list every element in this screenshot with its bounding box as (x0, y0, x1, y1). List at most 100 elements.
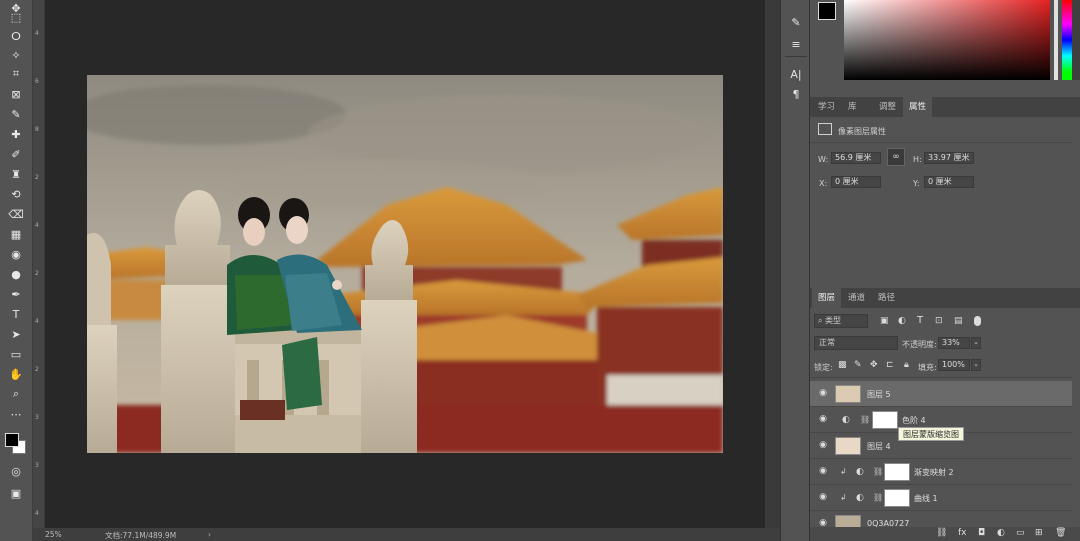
hue-slider-track[interactable] (1054, 0, 1058, 80)
stamp-icon[interactable]: ♜ (7, 166, 25, 182)
paragraph-icon[interactable]: ¶ (788, 86, 804, 102)
tab-properties[interactable]: 属性 (903, 97, 933, 117)
filter-adjustment-icon[interactable]: ◐ (898, 316, 906, 326)
link-layers-icon[interactable]: ⛓︎ (936, 528, 947, 538)
quick-mask-icon[interactable]: ◎ (7, 463, 25, 479)
filter-shape-icon[interactable]: ⊡ (935, 316, 943, 326)
height-field[interactable]: 33.97 厘米 (924, 152, 974, 164)
delete-layer-icon[interactable]: 🗑︎ (1055, 528, 1066, 538)
fx-icon[interactable]: fx (958, 528, 967, 538)
layer-mask-thumbnail[interactable] (884, 489, 910, 507)
layer-mask-thumbnail[interactable] (872, 411, 898, 429)
layer-name[interactable]: 图层 5 (867, 389, 891, 400)
frame-icon[interactable]: ⊠ (7, 86, 25, 102)
hand-icon[interactable]: ✋ (7, 366, 25, 382)
y-field[interactable]: 0 厘米 (924, 176, 974, 188)
filter-toggle-icon[interactable] (974, 316, 981, 326)
canvas-scrollbar[interactable] (765, 0, 780, 528)
brush-icon[interactable]: ✐ (7, 146, 25, 162)
opacity-field[interactable]: 33% (938, 337, 970, 349)
lock-transparent-icon[interactable]: ▩ (838, 360, 847, 370)
blend-mode-select[interactable]: 正常 (814, 336, 898, 350)
layer-name[interactable]: 曲线 1 (914, 493, 938, 504)
lock-artboard-icon[interactable]: ⊏ (886, 360, 894, 370)
layer-thumbnail[interactable] (835, 515, 861, 527)
eye-icon[interactable]: ◉ (817, 414, 829, 426)
eye-icon[interactable]: ◉ (817, 492, 829, 504)
opacity-dropdown-icon[interactable]: ⌄ (971, 337, 981, 349)
lock-position-icon[interactable]: ✥ (870, 360, 878, 370)
adjustments-sliders-icon[interactable]: ≡ (788, 36, 804, 52)
lock-image-icon[interactable]: ✎ (854, 360, 862, 370)
layer-thumbnail[interactable] (835, 437, 861, 455)
tab-paths[interactable]: 路径 (872, 288, 901, 308)
brush-settings-icon[interactable]: ✎ (788, 14, 804, 30)
tab-adjustments[interactable]: 调整 (873, 97, 902, 117)
layer-row[interactable]: ◉ 0Q3A0727 (810, 511, 1072, 527)
layer-name[interactable]: 色阶 4 (902, 415, 926, 426)
character-icon[interactable]: A| (788, 66, 804, 82)
eye-icon[interactable]: ◉ (817, 388, 829, 400)
eye-icon[interactable]: ◉ (817, 518, 829, 527)
tab-libraries[interactable]: 库 (842, 97, 863, 117)
tab-learn[interactable]: 学习 (812, 97, 841, 117)
filter-pixel-icon[interactable]: ▣ (880, 316, 889, 326)
magic-wand-icon[interactable]: ✧ (7, 47, 25, 63)
screen-mode-icon[interactable]: ▣ (7, 485, 25, 501)
layer-name[interactable]: 渐变映射 2 (914, 467, 954, 478)
zoom-icon[interactable]: ⌕ (7, 386, 25, 402)
link-icon[interactable]: ∞ (887, 148, 905, 166)
marquee-icon[interactable]: ⬚ (7, 9, 25, 25)
pen-icon[interactable]: ✒ (7, 286, 25, 302)
gradient-icon[interactable]: ▦ (7, 226, 25, 242)
layer-row[interactable]: ◉ ↲ ◐ ⛓︎ 曲线 1 (810, 485, 1072, 511)
pixel-layer-icon (818, 123, 832, 135)
width-field[interactable]: 56.9 厘米 (831, 152, 881, 164)
type-icon[interactable]: T (7, 306, 25, 322)
layer-name[interactable]: 0Q3A0727 (867, 519, 909, 527)
new-layer-icon[interactable]: ⊞ (1035, 528, 1043, 538)
document-image[interactable] (87, 75, 723, 453)
new-adjustment-icon[interactable]: ◐ (997, 528, 1005, 538)
fill-field[interactable]: 100% (938, 359, 970, 371)
rectangle-icon[interactable]: ▭ (7, 346, 25, 362)
tab-layers[interactable]: 图层 (812, 288, 842, 308)
blur-icon[interactable]: ◉ (7, 246, 25, 262)
chain-link-icon[interactable]: ⛓︎ (860, 415, 870, 424)
history-brush-icon[interactable]: ⟲ (7, 186, 25, 202)
path-select-icon[interactable]: ➤ (7, 326, 25, 342)
chain-link-icon[interactable]: ⛓︎ (873, 493, 883, 502)
zoom-level[interactable]: 25% (45, 530, 62, 539)
healing-icon[interactable]: ✚ (7, 126, 25, 142)
layer-row[interactable]: ◉ ↲ ◐ ⛓︎ 渐变映射 2 (810, 459, 1072, 485)
tab-channels[interactable]: 通道 (842, 288, 871, 308)
color-picker-field[interactable] (844, 0, 1050, 80)
x-field[interactable]: 0 厘米 (831, 176, 881, 188)
eye-icon[interactable]: ◉ (817, 440, 829, 452)
color-panel-scrollbar[interactable] (1072, 0, 1080, 80)
layer-mask-thumbnail[interactable] (884, 463, 910, 481)
new-group-icon[interactable]: ▭ (1016, 528, 1025, 538)
foreground-color-swatch[interactable] (5, 433, 19, 447)
status-menu-arrow[interactable]: › (208, 530, 211, 539)
eyedropper-icon[interactable]: ✎ (7, 106, 25, 122)
layer-row[interactable]: ◉ 图层 5 (810, 381, 1072, 407)
ruler-mark: 2 (35, 366, 39, 373)
vertical-ruler: 4 6 8 2 4 2 4 2 3 3 4 (33, 0, 45, 541)
crop-icon[interactable]: ⌗ (7, 66, 25, 82)
layer-thumbnail[interactable] (835, 385, 861, 403)
foreground-color-swatch[interactable] (818, 2, 836, 20)
lock-all-icon[interactable]: 🔒︎ (904, 360, 909, 370)
layer-filter-select[interactable]: ⌕ 类型 (814, 314, 868, 328)
filter-type-icon[interactable]: T (917, 315, 923, 326)
lasso-icon[interactable]: ⵔ (7, 28, 25, 44)
more-icon[interactable]: ⋯ (7, 406, 25, 422)
dodge-icon[interactable]: ● (7, 266, 25, 282)
add-mask-icon[interactable]: ◘ (978, 528, 985, 538)
eraser-icon[interactable]: ⌫ (7, 206, 25, 222)
chain-link-icon[interactable]: ⛓︎ (873, 467, 883, 476)
filter-smart-object-icon[interactable]: ▤ (954, 316, 963, 326)
eye-icon[interactable]: ◉ (817, 466, 829, 478)
fill-dropdown-icon[interactable]: ⌄ (971, 359, 981, 371)
layer-name[interactable]: 图层 4 (867, 441, 891, 452)
